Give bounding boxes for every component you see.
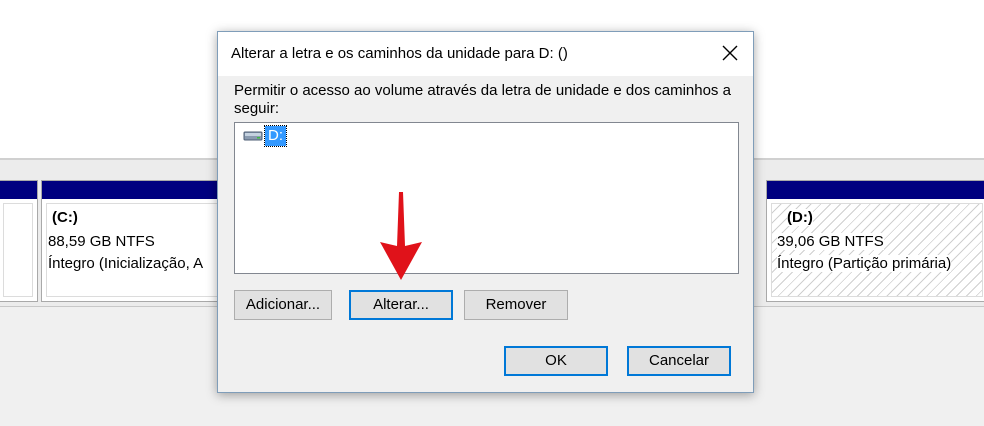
change-drive-letter-dialog: Alterar a letra e os caminhos da unidade…: [217, 31, 754, 393]
add-button[interactable]: Adicionar...: [234, 290, 332, 320]
partition-size: 39,06 GB NTFS: [777, 233, 884, 250]
dialog-description: Permitir o acesso ao volume através da l…: [234, 82, 731, 117]
remove-button[interactable]: Remover: [464, 290, 568, 320]
partition-name: (D:): [787, 209, 813, 226]
disk-label-partition[interactable]: [0, 180, 38, 302]
ok-button[interactable]: OK: [504, 346, 608, 376]
close-icon: [722, 45, 738, 61]
drive-path-list[interactable]: D:: [234, 122, 739, 274]
dialog-titlebar: Alterar a letra e os caminhos da unidade…: [218, 32, 753, 76]
list-item[interactable]: D:: [243, 125, 287, 147]
red-arrow-icon: [380, 192, 422, 280]
partition-name: (C:): [52, 209, 78, 226]
list-item-label: D:: [264, 125, 287, 147]
cancel-button[interactable]: Cancelar: [627, 346, 731, 376]
dialog-title: Alterar a letra e os caminhos da unidade…: [231, 45, 568, 62]
partition-d[interactable]: (D:) 39,06 GB NTFS Íntegro (Partição pri…: [766, 180, 984, 302]
partition-bar: [0, 181, 37, 199]
partition-status: Íntegro (Inicialização, A: [48, 255, 204, 272]
partition-bar: [767, 181, 984, 199]
partition-size: 88,59 GB NTFS: [48, 233, 155, 250]
partition-body: [3, 203, 33, 297]
close-button[interactable]: [709, 32, 753, 76]
partition-status: Íntegro (Partição primária): [777, 255, 952, 272]
change-button[interactable]: Alterar...: [349, 290, 453, 320]
partition-bar: [42, 181, 240, 199]
drive-icon: [243, 131, 263, 141]
partition-c[interactable]: (C:) 88,59 GB NTFS Íntegro (Inicializaçã…: [41, 180, 241, 302]
